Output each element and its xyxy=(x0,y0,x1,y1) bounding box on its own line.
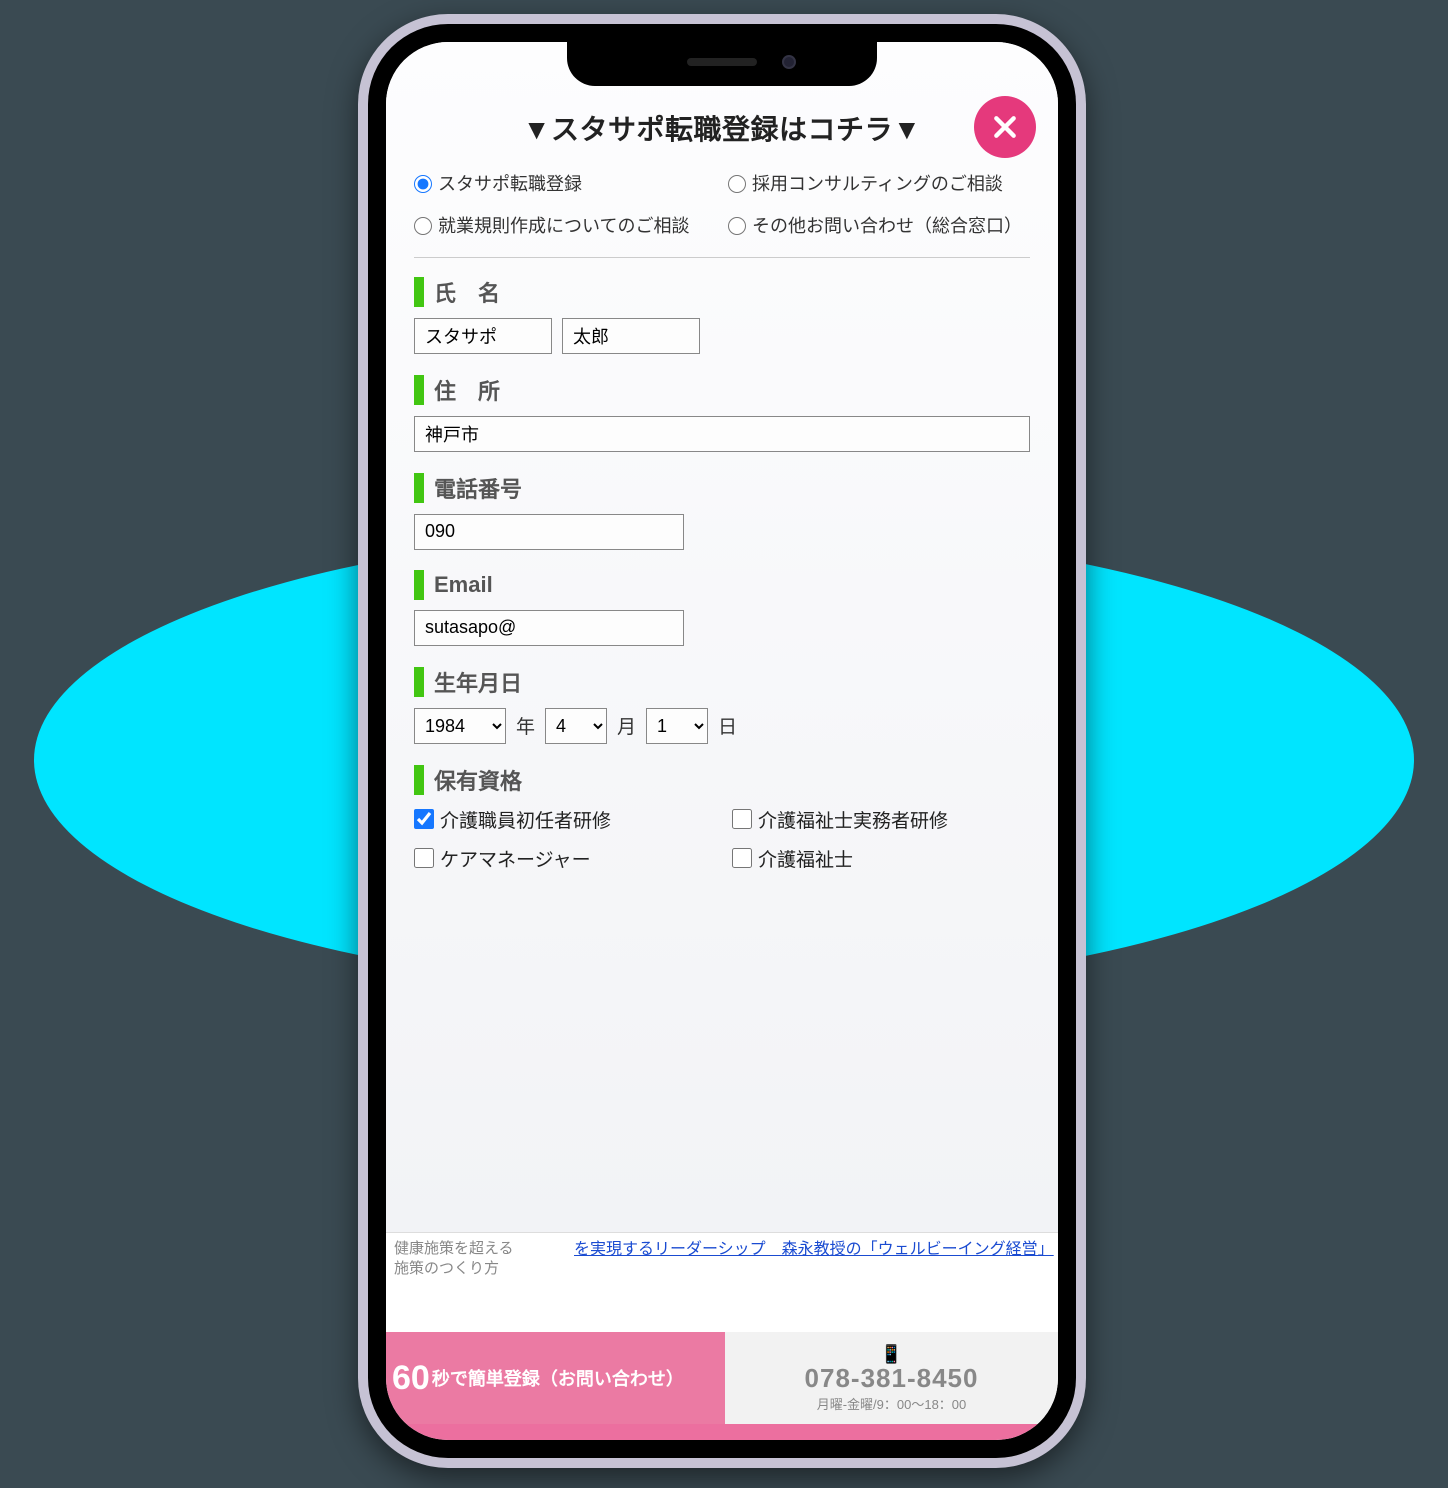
close-button[interactable] xyxy=(974,96,1036,158)
accent-bar-icon xyxy=(414,765,424,795)
field-email: Email xyxy=(414,570,1030,646)
behind-left-card: 健康施策を超える 施策のつくり方 xyxy=(386,1233,566,1332)
label-text-phone: 電話番号 xyxy=(434,472,522,504)
qual-option-3[interactable]: 介護福祉士 xyxy=(732,845,1030,872)
radio-label-0: スタサポ転職登録 xyxy=(438,172,582,196)
field-name: 氏 名 xyxy=(414,276,1030,354)
field-qualifications: 保有資格 介護職員初任者研修 介護福祉士実務者研修 xyxy=(414,764,1030,872)
qual-label-3: 介護福祉士 xyxy=(758,845,853,872)
day-unit: 日 xyxy=(718,712,737,739)
footer-tel-number: 078-381-8450 xyxy=(805,1363,979,1394)
radio-input-2[interactable] xyxy=(414,217,432,235)
registration-modal: ▼スタサポ転職登録はコチラ▼ スタサポ転職登録 採用コンサルティングのご相談 xyxy=(386,42,1058,1232)
field-phone: 電話番号 xyxy=(414,472,1030,550)
qual-label-2: ケアマネージャー xyxy=(440,845,591,872)
divider xyxy=(414,257,1030,258)
qual-option-0[interactable]: 介護職員初任者研修 xyxy=(414,806,712,833)
last-name-input[interactable] xyxy=(414,318,552,354)
qual-checkbox-0[interactable] xyxy=(414,809,434,829)
footer-hours: 月曜-金曜/9：00〜18：00 xyxy=(817,1394,967,1413)
radio-label-2: 就業規則作成についてのご相談 xyxy=(438,214,689,238)
accent-bar-icon xyxy=(414,277,424,307)
close-icon xyxy=(992,114,1018,140)
field-birthdate: 生年月日 1984 年 4 月 1 xyxy=(414,666,1030,744)
radio-input-1[interactable] xyxy=(728,175,746,193)
birth-day-select[interactable]: 1 xyxy=(646,708,708,744)
field-label-birth: 生年月日 xyxy=(414,666,1030,698)
footer-bottom-edge xyxy=(386,1424,1058,1440)
qual-option-2[interactable]: ケアマネージャー xyxy=(414,845,712,872)
qual-option-1[interactable]: 介護福祉士実務者研修 xyxy=(732,806,1030,833)
footer-phone-block[interactable]: 📱 078-381-8450 月曜-金曜/9：00〜18：00 xyxy=(725,1332,1058,1424)
behind-right-link[interactable]: を実現するリーダーシップ 森永教授の「ウェルビーイング経営」 xyxy=(566,1233,1058,1332)
qual-checkbox-1[interactable] xyxy=(732,809,752,829)
qual-checkbox-3[interactable] xyxy=(732,848,752,868)
accent-bar-icon xyxy=(414,570,424,600)
year-unit: 年 xyxy=(516,712,535,739)
email-input[interactable] xyxy=(414,610,684,646)
phone-icon: 📱 xyxy=(880,1344,902,1365)
birth-year-select[interactable]: 1984 xyxy=(414,708,506,744)
phone-bezel: ▼スタサポ転職登録はコチラ▼ スタサポ転職登録 採用コンサルティングのご相談 xyxy=(368,24,1076,1458)
label-text-birth: 生年月日 xyxy=(434,666,522,698)
radio-option-0[interactable]: スタサポ転職登録 xyxy=(414,172,716,196)
phone-screen: ▼スタサポ転職登録はコチラ▼ スタサポ転職登録 採用コンサルティングのご相談 xyxy=(386,42,1058,1440)
field-label-email: Email xyxy=(414,570,1030,600)
footer-big-number: 60 xyxy=(392,1359,430,1398)
modal-title: ▼スタサポ転職登録はコチラ▼ xyxy=(414,108,1030,148)
accent-bar-icon xyxy=(414,473,424,503)
radio-option-2[interactable]: 就業規則作成についてのご相談 xyxy=(414,214,716,238)
background-content-strip: 健康施策を超える 施策のつくり方 を実現するリーダーシップ 森永教授の「ウェルビ… xyxy=(386,1232,1058,1332)
field-label-address: 住 所 xyxy=(414,374,1030,406)
label-text-address: 住 所 xyxy=(434,374,500,406)
phone-notch xyxy=(567,42,877,86)
field-label-qual: 保有資格 xyxy=(414,764,1030,796)
behind-left-line2: 施策のつくり方 xyxy=(394,1259,558,1279)
footer-rest-text: 秒で簡単登録（お問い合わせ） xyxy=(432,1365,684,1391)
label-text-qual: 保有資格 xyxy=(434,764,522,796)
radio-label-1: 採用コンサルティングのご相談 xyxy=(752,172,1003,196)
field-label-phone: 電話番号 xyxy=(414,472,1030,504)
radio-input-0[interactable] xyxy=(414,175,432,193)
radio-label-3: その他お問い合わせ（総合窓口） xyxy=(752,214,1022,238)
footer-bar: 60 秒で簡単登録（お問い合わせ） 📱 078-381-8450 月曜-金曜/9… xyxy=(386,1332,1058,1424)
qual-label-1: 介護福祉士実務者研修 xyxy=(758,806,948,833)
screen-content: ▼スタサポ転職登録はコチラ▼ スタサポ転職登録 採用コンサルティングのご相談 xyxy=(386,42,1058,1440)
qual-checkbox-2[interactable] xyxy=(414,848,434,868)
field-label-name: 氏 名 xyxy=(414,276,1030,308)
accent-bar-icon xyxy=(414,375,424,405)
footer-register-cta[interactable]: 60 秒で簡単登録（お問い合わせ） xyxy=(386,1332,725,1424)
month-unit: 月 xyxy=(617,712,636,739)
behind-left-line1: 健康施策を超える xyxy=(394,1239,558,1259)
first-name-input[interactable] xyxy=(562,318,700,354)
radio-option-1[interactable]: 採用コンサルティングのご相談 xyxy=(728,172,1030,196)
inquiry-type-radios: スタサポ転職登録 採用コンサルティングのご相談 就業規則作成についてのご相談 xyxy=(414,172,1030,239)
phone-frame: ▼スタサポ転職登録はコチラ▼ スタサポ転職登録 採用コンサルティングのご相談 xyxy=(358,14,1086,1468)
field-address: 住 所 xyxy=(414,374,1030,452)
phone-input[interactable] xyxy=(414,514,684,550)
label-text-name: 氏 名 xyxy=(434,276,500,308)
behind-link-text: を実現するリーダーシップ 森永教授の「ウェルビーイング経営」 xyxy=(574,1241,1054,1258)
radio-input-3[interactable] xyxy=(728,217,746,235)
radio-option-3[interactable]: その他お問い合わせ（総合窓口） xyxy=(728,214,1030,238)
address-input[interactable] xyxy=(414,416,1030,452)
birth-month-select[interactable]: 4 xyxy=(545,708,607,744)
qual-label-0: 介護職員初任者研修 xyxy=(440,806,611,833)
label-text-email: Email xyxy=(434,572,493,598)
accent-bar-icon xyxy=(414,667,424,697)
